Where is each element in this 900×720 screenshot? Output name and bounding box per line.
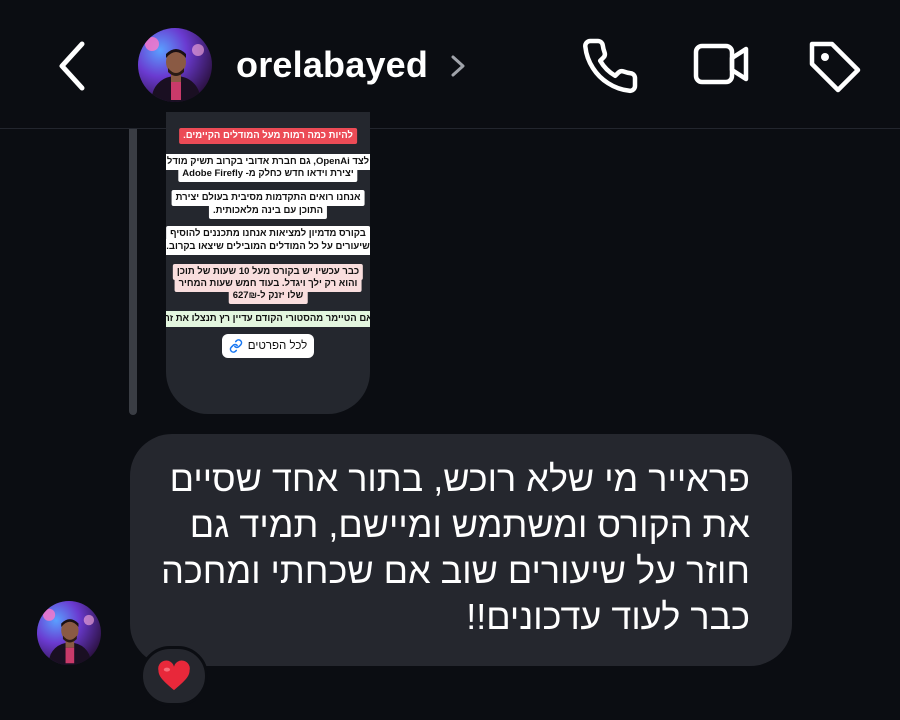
- story-text-line: להיות כמה רמות מעל המודלים הקיימים.: [179, 128, 357, 144]
- story-link-label: לכל הפרטים: [247, 340, 308, 352]
- heart-icon: [158, 660, 190, 691]
- link-icon: [229, 339, 243, 353]
- story-link-sticker[interactable]: לכל הפרטים: [222, 334, 314, 358]
- avatar[interactable]: [138, 28, 212, 102]
- sender-avatar[interactable]: [37, 601, 101, 665]
- message-bubble[interactable]: פראייר מי שלא רוכש, בתור אחד שסיים את הק…: [130, 434, 792, 666]
- chevron-right-icon[interactable]: [448, 52, 468, 80]
- message-line: את הקורס ומשתמש ומיישם, תמיד גם: [189, 504, 750, 545]
- back-chevron-icon: [59, 41, 85, 91]
- tag-icon: [809, 41, 861, 93]
- story-text-line: יצירת וידאו חדש כחלק מ- Adobe Firefly: [178, 166, 358, 182]
- video-camera-icon: [693, 43, 749, 85]
- story-text-line: התוכן עם בינה מלאכותית.: [208, 203, 328, 219]
- story-text-line: שיעורים על כל המודלים המובילים שיצאו בקר…: [166, 239, 370, 255]
- phone-icon: [583, 38, 638, 94]
- username[interactable]: orelabayed: [236, 44, 428, 86]
- heart-reaction[interactable]: [140, 646, 208, 706]
- tag-button[interactable]: [804, 36, 864, 96]
- story-text-line: שלו יזנק ל-627₪: [228, 288, 308, 304]
- message-line: חוזר על שיעורים שוב אם שכחתי ומחכה: [161, 550, 750, 591]
- back-button[interactable]: [52, 38, 96, 94]
- message-text: פראייר מי שלא רוכש, בתור אחד שסיים את הק…: [150, 456, 750, 640]
- chat-header: orelabayed: [0, 0, 900, 128]
- voice-call-button[interactable]: [580, 36, 640, 96]
- message-line: כבר לעוד עדכונים!!: [466, 596, 750, 637]
- message-line: פראייר מי שלא רוכש, בתור אחד שסיים: [169, 458, 750, 499]
- story-text-line: אם הטיימר מהסטורי הקודם עדיין רץ תנצלו א…: [166, 311, 370, 327]
- reply-indicator-bar: [129, 129, 137, 415]
- shared-story-card[interactable]: להיות כמה רמות מעל המודלים הקיימים. לצד …: [166, 112, 370, 414]
- video-call-button[interactable]: [692, 36, 752, 96]
